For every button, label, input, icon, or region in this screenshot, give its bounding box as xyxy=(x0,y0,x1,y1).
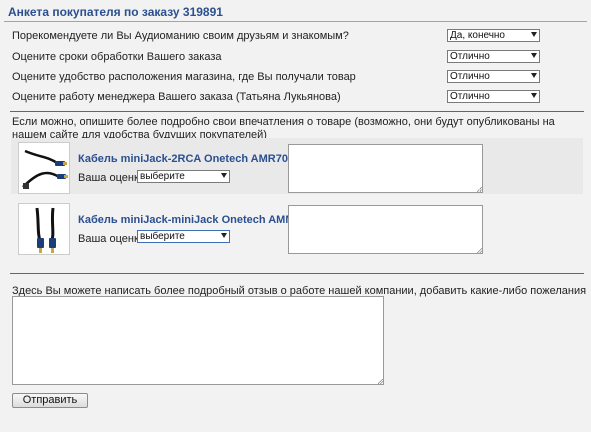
rca-cable-icon xyxy=(18,142,70,194)
product-rating-dropdown-1[interactable]: выберите xyxy=(137,170,230,183)
product-comment-2[interactable] xyxy=(288,205,483,254)
submit-button[interactable]: Отправить xyxy=(12,393,88,408)
section-divider-2 xyxy=(10,273,584,274)
resize-grip-icon[interactable] xyxy=(378,379,383,384)
question-manager-label: Оцените работу менеджера Вашего заказа (… xyxy=(12,91,341,103)
question-recommend-dropdown[interactable]: Да, конечно xyxy=(447,29,540,42)
product-comment-2-wrap xyxy=(288,205,483,254)
question-processing-select[interactable]: Отлично xyxy=(447,50,540,63)
section-divider xyxy=(10,111,584,112)
resize-grip-icon[interactable] xyxy=(477,187,482,192)
question-processing-dropdown[interactable]: Отлично xyxy=(447,50,540,63)
rating-label-1: Ваша оценка xyxy=(78,172,146,184)
feedback-textarea-wrap xyxy=(12,296,384,385)
product-rating-dropdown-2[interactable]: выберите xyxy=(137,230,230,243)
question-recommend-select[interactable]: Да, конечно xyxy=(447,29,540,42)
feedback-textarea[interactable] xyxy=(12,296,384,385)
product-rating-select-2[interactable]: выберите xyxy=(137,230,230,243)
product-name-1[interactable]: Кабель miniJack-2RCA Onetech AMR7005 5 m xyxy=(78,153,322,165)
minijack-cable-icon xyxy=(18,203,70,255)
product-comment-1[interactable] xyxy=(288,144,483,193)
question-manager-dropdown[interactable]: Отлично xyxy=(447,90,540,103)
page-title: Анкета покупателя по заказу 319891 xyxy=(8,5,223,19)
question-recommend-label: Порекомендуете ли Вы Аудиоманию своим др… xyxy=(12,30,349,42)
question-location-label: Оцените удобство расположения магазина, … xyxy=(12,71,356,83)
question-processing-label: Оцените сроки обработки Вашего заказа xyxy=(12,51,222,63)
product-comment-1-wrap xyxy=(288,144,483,193)
title-divider xyxy=(4,21,587,22)
question-location-select[interactable]: Отлично xyxy=(447,70,540,83)
resize-grip-icon[interactable] xyxy=(477,248,482,253)
question-location-dropdown[interactable]: Отлично xyxy=(447,70,540,83)
rating-label-2: Ваша оценка xyxy=(78,233,146,245)
question-manager-select[interactable]: Отлично xyxy=(447,90,540,103)
product-rating-select-1[interactable]: выберите xyxy=(137,170,230,183)
